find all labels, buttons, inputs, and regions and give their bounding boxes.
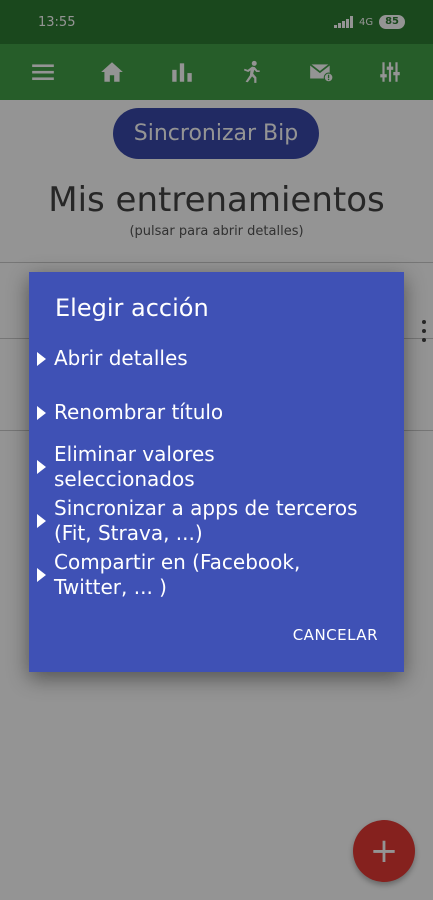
cancel-button[interactable]: CANCELAR: [293, 626, 378, 644]
caret-right-icon: [37, 351, 46, 366]
option-rename-title[interactable]: Renombrar título: [37, 400, 397, 425]
option-label: Sincronizar a apps de terceros (Fit, Str…: [54, 496, 358, 545]
option-delete-values[interactable]: Eliminar valores seleccionados: [37, 442, 397, 492]
caret-right-icon: [37, 460, 46, 474]
option-share[interactable]: Compartir en (Facebook, Twitter, ... ): [37, 550, 397, 600]
choose-action-dialog: Elegir acción Abrir detalles Renombrar t…: [29, 272, 404, 672]
caret-right-icon: [37, 405, 46, 420]
option-label: Compartir en (Facebook, Twitter, ... ): [54, 550, 301, 599]
caret-right-icon: [37, 568, 46, 582]
option-open-details[interactable]: Abrir detalles: [37, 346, 397, 371]
caret-right-icon: [37, 514, 46, 528]
dialog-title: Elegir acción: [55, 294, 209, 322]
option-label: Abrir detalles: [54, 346, 188, 370]
option-label: Renombrar título: [54, 400, 224, 424]
option-sync-third-party[interactable]: Sincronizar a apps de terceros (Fit, Str…: [37, 496, 397, 546]
option-label: Eliminar valores seleccionados: [54, 442, 215, 491]
